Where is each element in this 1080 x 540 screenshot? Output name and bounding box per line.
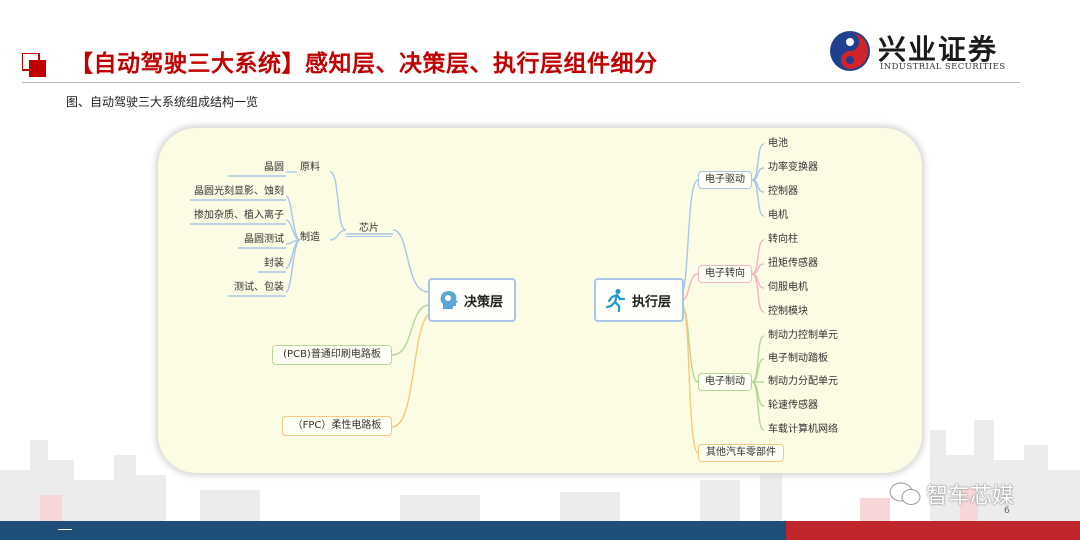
lithography-node: 晶圆光刻显影、蚀刻 bbox=[194, 186, 284, 197]
material-node: 原料 bbox=[300, 162, 320, 173]
wheel-speed-sensor-node: 轮速传感器 bbox=[768, 400, 818, 411]
execution-layer-node: 执行层 bbox=[594, 278, 684, 322]
pcb-node: (PCB)普通印刷电路板 bbox=[272, 345, 392, 365]
decision-layer-node: 决策层 bbox=[428, 278, 516, 322]
execution-layer-label: 执行层 bbox=[632, 295, 672, 310]
doping-node: 掺加杂质、植入离子 bbox=[194, 210, 284, 221]
controller-node: 控制器 bbox=[768, 186, 798, 197]
page-number: 6 bbox=[1004, 506, 1010, 516]
head-brain-icon bbox=[440, 290, 458, 309]
test-packing-node: 测试、包装 bbox=[234, 282, 284, 293]
chip-node: 芯片 bbox=[346, 221, 392, 237]
running-person-icon bbox=[605, 289, 626, 312]
mindmap-connectors bbox=[190, 143, 765, 454]
wechat-icon bbox=[889, 482, 921, 505]
watermark-text: 智车芯媒 bbox=[926, 484, 1015, 509]
brake-distribution-node: 制动力分配单元 bbox=[768, 376, 838, 387]
electronic-braking-node: 电子制动 bbox=[698, 373, 752, 391]
servo-motor-node: 伺服电机 bbox=[768, 282, 808, 293]
decision-layer-label: 决策层 bbox=[464, 295, 504, 310]
footer-bar-red bbox=[786, 521, 1080, 540]
battery-node: 电池 bbox=[768, 138, 788, 149]
brake-force-control-node: 制动力控制单元 bbox=[768, 330, 838, 341]
footer-bar-blue bbox=[0, 521, 786, 540]
motor-node: 电机 bbox=[768, 210, 788, 221]
manufacturing-node: 制造 bbox=[300, 232, 320, 243]
footer-mark bbox=[58, 529, 72, 530]
vehicle-network-node: 车载计算机网络 bbox=[768, 424, 838, 435]
brake-pedal-node: 电子制动踏板 bbox=[768, 353, 828, 364]
other-parts-node: 其他汽车零部件 bbox=[698, 444, 784, 462]
electronic-steering-node: 电子转向 bbox=[698, 265, 752, 283]
wafer-node: 晶圆 bbox=[264, 162, 284, 173]
steering-column-node: 转向柱 bbox=[768, 234, 798, 245]
control-module-node: 控制模块 bbox=[768, 306, 808, 317]
electronic-drive-node: 电子驱动 bbox=[698, 171, 752, 189]
wafer-test-node: 晶圆测试 bbox=[244, 234, 284, 245]
fpc-node: （FPC）柔性电路板 bbox=[282, 416, 392, 436]
torque-sensor-node: 扭矩传感器 bbox=[768, 258, 818, 269]
packaging-node: 封装 bbox=[264, 258, 284, 269]
power-converter-node: 功率变换器 bbox=[768, 162, 818, 173]
